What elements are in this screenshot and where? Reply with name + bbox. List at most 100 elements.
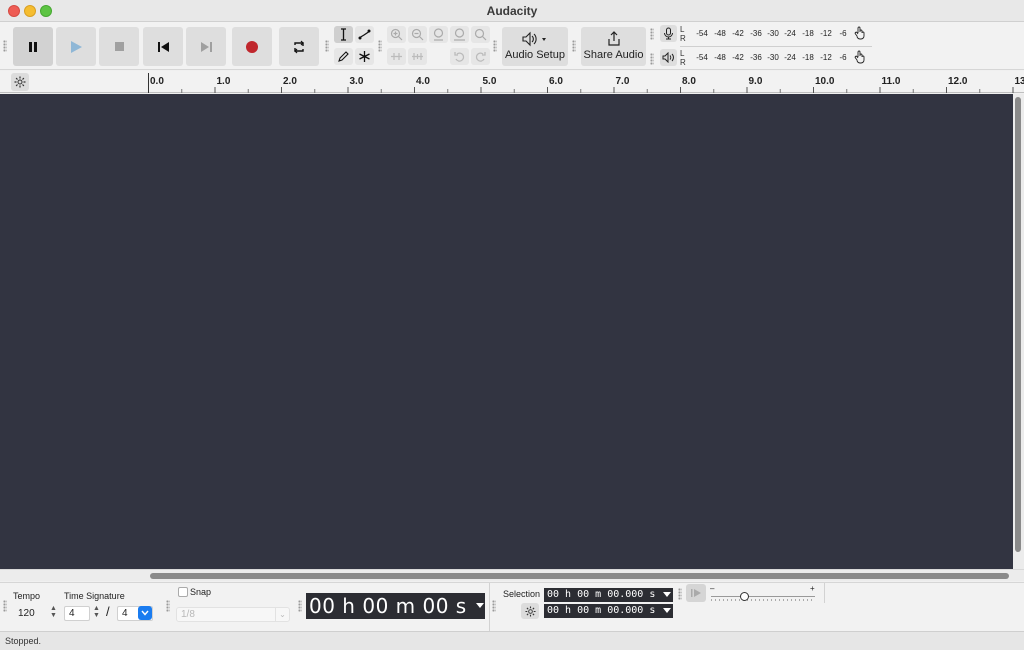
vertical-scrollbar-thumb[interactable] — [1015, 97, 1021, 552]
snap-toolbar-grip[interactable] — [166, 600, 170, 612]
timeline-ruler[interactable]: 0.0 1.0 2.0 3.0 4.0 5.0 6.0 7.0 8.0 9.0 10.0 11.0 12… — [0, 71, 1024, 93]
play-button[interactable] — [56, 27, 96, 66]
record-meter-channel-l: L — [680, 25, 685, 34]
silence-audio-button[interactable] — [408, 48, 427, 65]
playback-speed-slider[interactable]: – + — [709, 584, 817, 603]
ruler-label: 13.0 — [1015, 76, 1024, 87]
meter-tick: -18 — [802, 53, 814, 62]
i-beam-icon — [341, 28, 346, 41]
ruler-label: 4.0 — [416, 76, 430, 87]
time-signature-numerator-input[interactable]: 4 — [64, 606, 90, 621]
draw-tool-button[interactable] — [334, 48, 353, 65]
audio-setup-button[interactable]: Audio Setup — [502, 27, 568, 66]
zoom-in-button[interactable] — [387, 26, 406, 43]
selection-start-format-dropdown-icon[interactable] — [663, 592, 671, 597]
audio-setup-toolbar-grip[interactable] — [493, 40, 497, 52]
play-at-speed-toolbar-grip[interactable] — [678, 588, 682, 600]
speed-slider-knob[interactable] — [740, 592, 749, 601]
pencil-icon — [338, 51, 349, 62]
selection-settings-button[interactable] — [521, 603, 539, 619]
meter-tick: -6 — [839, 53, 847, 62]
record-meter-channel-r: R — [680, 34, 686, 43]
trim-audio-button[interactable] — [387, 48, 406, 65]
zoom-out-button[interactable] — [408, 26, 427, 43]
pause-button[interactable] — [13, 27, 53, 66]
playback-meter-scale: -54 -48 -42 -36 -30 -24 -18 -12 -6 — [696, 53, 846, 63]
playback-meter-grip[interactable] — [650, 53, 654, 65]
transport-toolbar-grip[interactable] — [3, 40, 7, 52]
ruler-label: 1.0 — [217, 76, 231, 87]
selection-toolbar-grip[interactable] — [492, 600, 496, 612]
edit-toolbar-grip[interactable] — [378, 40, 382, 52]
selection-end-format-dropdown-icon[interactable] — [663, 608, 671, 613]
playback-meter-button[interactable] — [660, 49, 677, 66]
record-meter-grip[interactable] — [650, 28, 654, 40]
skip-to-end-button[interactable] — [186, 27, 226, 66]
asterisk-icon — [359, 51, 370, 62]
record-button[interactable] — [232, 27, 272, 66]
time-signature-denominator-dropdown[interactable] — [138, 606, 152, 620]
playback-meter[interactable]: L R -54 -48 -42 -36 -30 -24 -18 -12 -6 — [660, 48, 872, 68]
toolbar-divider — [489, 583, 490, 631]
tempo-stepper[interactable]: ▲ ▼ — [49, 605, 58, 620]
meter-tick: -12 — [820, 53, 832, 62]
snap-value-select[interactable]: 1/8 — [176, 607, 290, 622]
meter-tick: -30 — [767, 53, 779, 62]
tempo-input[interactable]: 120 — [13, 606, 49, 621]
selection-start-time[interactable]: 00 h 00 m 00.000 s — [544, 588, 673, 602]
redo-button[interactable] — [471, 48, 490, 65]
meter-tick: -6 — [839, 29, 847, 38]
zoom-toggle-button[interactable] — [471, 26, 490, 43]
horizontal-scrollbar-thumb[interactable] — [150, 573, 1009, 579]
time-signature-numerator-stepper[interactable]: ▲ ▼ — [92, 605, 101, 620]
meter-tick: -24 — [784, 53, 796, 62]
status-bar: Stopped. — [0, 631, 1024, 650]
ruler-scale: 0.0 1.0 2.0 3.0 4.0 5.0 6.0 7.0 8.0 9.0 10.0 11.0 12… — [148, 73, 1024, 93]
play-at-speed-button[interactable] — [686, 584, 706, 602]
multi-tool-button[interactable] — [355, 48, 374, 65]
meter-tick: -48 — [714, 53, 726, 62]
ruler-label: 0.0 — [150, 76, 164, 87]
envelope-icon — [358, 29, 371, 40]
time-format-dropdown-icon[interactable] — [476, 603, 484, 608]
stop-button[interactable] — [99, 27, 139, 66]
time-signature-toolbar-grip[interactable] — [3, 600, 7, 612]
tools-toolbar-grip[interactable] — [325, 40, 329, 52]
microphone-icon — [664, 27, 673, 40]
vertical-scrollbar[interactable] — [1013, 94, 1024, 569]
meter-tick: -36 — [750, 53, 762, 62]
fit-project-button[interactable] — [450, 26, 469, 43]
record-meter-button[interactable] — [660, 25, 677, 42]
time-display[interactable]: 00 h 00 m 00 s — [306, 593, 485, 619]
loop-button[interactable] — [279, 27, 319, 66]
horizontal-scrollbar[interactable] — [0, 569, 1024, 581]
ruler-label: 7.0 — [616, 76, 630, 87]
timeline-settings-button[interactable] — [11, 73, 29, 91]
share-audio-button[interactable]: Share Audio — [581, 27, 646, 66]
meter-tick: -54 — [696, 29, 708, 38]
record-icon — [246, 40, 258, 53]
selection-end-time[interactable]: 00 h 00 m 00.000 s — [544, 604, 673, 618]
speed-slider-track — [711, 596, 815, 597]
record-meter[interactable]: L R -54 -48 -42 -36 -30 -24 -18 -12 -6 — [660, 24, 872, 44]
tempo-label: Tempo — [13, 591, 41, 601]
skip-to-start-button[interactable] — [143, 27, 183, 66]
redo-icon — [475, 52, 486, 62]
undo-button[interactable] — [450, 48, 469, 65]
snap-checkbox[interactable] — [178, 587, 188, 597]
hand-pointer-icon[interactable] — [854, 26, 866, 40]
envelope-tool-button[interactable] — [355, 26, 374, 43]
ruler-label: 3.0 — [350, 76, 364, 87]
hand-pointer-icon[interactable] — [854, 50, 866, 64]
ruler-label: 8.0 — [682, 76, 696, 87]
time-signature-label: Time Signature — [64, 591, 125, 601]
fit-selection-button[interactable] — [429, 26, 448, 43]
track-area[interactable] — [0, 94, 1013, 569]
selection-label: Selection — [503, 589, 541, 599]
zoom-toggle-icon — [474, 28, 487, 41]
selection-tool-button[interactable] — [334, 26, 353, 43]
snap-dropdown-chevron-icon[interactable]: ⌄ — [275, 608, 289, 621]
time-toolbar-grip[interactable] — [298, 600, 302, 612]
silence-icon — [412, 53, 423, 60]
share-audio-toolbar-grip[interactable] — [572, 40, 576, 52]
